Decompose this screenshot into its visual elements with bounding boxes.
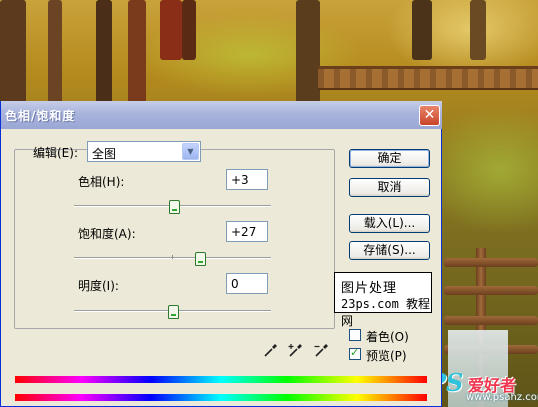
lightness-value: 0 (231, 277, 239, 291)
preview-checkbox[interactable] (349, 346, 361, 360)
close-button[interactable]: ✕ (419, 105, 440, 126)
watermark-url: www.psahz.com (466, 392, 538, 403)
wooden-bridge (318, 66, 538, 90)
preview-label: 预览(P) (366, 349, 407, 363)
site-logo: 图片处理 23ps.com 教程网 (334, 272, 432, 328)
lightness-label: 明度(I): (78, 279, 119, 293)
edit-select[interactable]: 全图 ▼ (87, 141, 201, 162)
colorize-checkbox[interactable] (349, 329, 361, 341)
saturation-input[interactable]: +27 (226, 221, 268, 242)
logo-line1: 图片处理 (341, 281, 398, 296)
title-bar[interactable]: 色相/饱和度 ✕ (1, 101, 442, 129)
load-button[interactable]: 载入(L)... (349, 214, 430, 233)
saturation-label: 饱和度(A): (78, 227, 136, 241)
eyedropper-plus-icon[interactable] (288, 342, 304, 358)
eyedropper-minus-icon[interactable] (314, 342, 330, 358)
eyedropper-icon[interactable] (263, 342, 279, 358)
lightness-slider-thumb[interactable] (167, 305, 179, 319)
hue-saturation-dialog: 色相/饱和度 ✕ 编辑(E): 全图 ▼ 色相(H): +3 饱和度(A): +… (0, 101, 442, 407)
colorize-label: 着色(O) (366, 330, 409, 344)
cancel-button[interactable]: 取消 (349, 178, 430, 197)
chevron-down-icon[interactable]: ▼ (182, 143, 199, 160)
output-color-bar (15, 394, 427, 401)
hue-value: +3 (231, 173, 249, 187)
saturation-value: +27 (231, 225, 257, 239)
hue-slider-thumb[interactable] (169, 200, 181, 214)
input-color-bar (15, 376, 427, 383)
saturation-center-tick (172, 255, 173, 259)
adjustment-group (14, 149, 335, 329)
hue-input[interactable]: +3 (226, 169, 268, 190)
lightness-input[interactable]: 0 (226, 273, 268, 294)
dialog-title: 色相/饱和度 (5, 109, 76, 123)
hue-label: 色相(H): (78, 175, 125, 189)
edit-label: 编辑(E): (33, 146, 78, 160)
save-button[interactable]: 存储(S)... (349, 241, 430, 260)
ok-button[interactable]: 确定 (349, 149, 430, 168)
logo-line2: 23ps.com 教程网 (341, 297, 431, 328)
edit-select-value: 全图 (92, 147, 117, 161)
saturation-slider-thumb[interactable] (195, 252, 207, 266)
